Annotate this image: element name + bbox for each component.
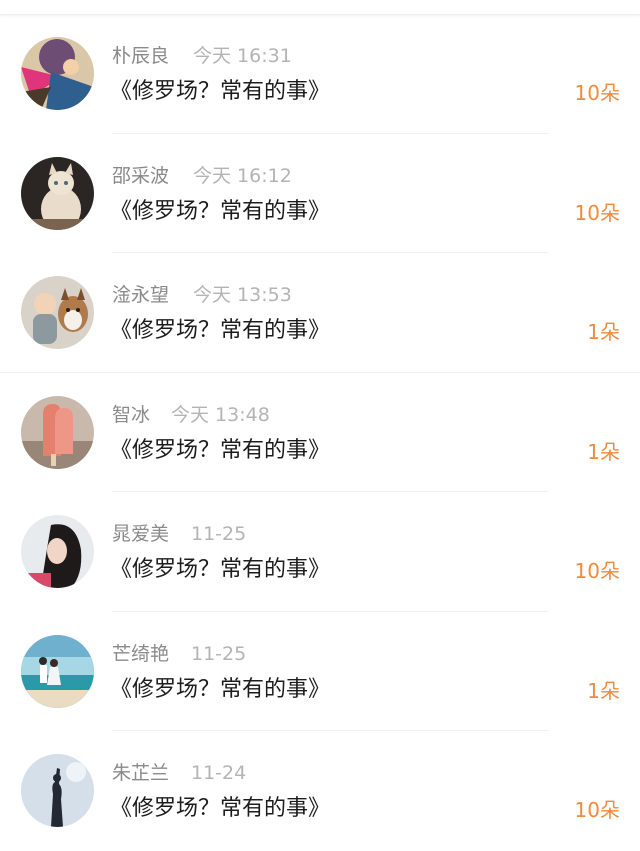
list-item[interactable]: 邵采波 今天 16:12 《修罗场？常有的事》 10朵 [0, 134, 640, 253]
book-title-link[interactable]: 《修罗场？常有的事》 [110, 197, 330, 227]
flower-count: 10朵 [574, 81, 620, 105]
avatar-cat-icon[interactable] [21, 156, 94, 230]
avatar-hero-icon[interactable] [21, 37, 94, 110]
flower-count: 1朵 [587, 320, 620, 344]
avatar-popsicle-icon[interactable] [21, 395, 94, 469]
timestamp: 11-25 [191, 642, 247, 665]
timestamp: 今天 13:48 [171, 403, 270, 426]
book-title-link[interactable]: 《修罗场？常有的事》 [110, 794, 330, 824]
book-title-link[interactable]: 《修罗场？常有的事》 [110, 675, 330, 705]
list-item[interactable]: 淦永望 今天 13:53 《修罗场？常有的事》 1朵 [0, 253, 640, 373]
gift-record-list: 朴辰良 今天 16:31 《修罗场？常有的事》 10朵 邵采波 今天 16:12… [0, 14, 640, 851]
avatar-baby-dog-icon[interactable] [21, 276, 94, 349]
top-bar-edge [0, 0, 640, 15]
flower-count: 10朵 [574, 559, 620, 583]
user-name: 朱芷兰 [112, 762, 170, 784]
user-name: 芒绮艳 [112, 642, 170, 665]
book-title-link[interactable]: 《修罗场？常有的事》 [110, 555, 330, 585]
list-item[interactable]: 朴辰良 今天 16:31 《修罗场？常有的事》 10朵 [0, 14, 640, 134]
list-item[interactable]: 芒绮艳 11-25 《修罗场？常有的事》 1朵 [0, 612, 640, 731]
user-name: 智冰 [112, 403, 151, 426]
flower-count: 1朵 [587, 439, 620, 464]
timestamp: 11-24 [191, 762, 247, 784]
user-name: 邵采波 [112, 164, 170, 187]
timestamp: 11-25 [191, 523, 247, 545]
timestamp: 今天 16:12 [193, 164, 292, 187]
user-name: 淦永望 [112, 284, 170, 306]
list-item[interactable]: 晁爱美 11-25 《修罗场？常有的事》 10朵 [0, 492, 640, 612]
book-title-link[interactable]: 《修罗场？常有的事》 [110, 436, 330, 466]
list-item[interactable]: 朱芷兰 11-24 《修罗场？常有的事》 10朵 [0, 731, 640, 851]
user-name: 晁爱美 [112, 523, 170, 545]
list-item[interactable]: 智冰 今天 13:48 《修罗场？常有的事》 1朵 [0, 373, 640, 492]
timestamp: 今天 16:31 [193, 45, 292, 67]
avatar-girl-icon[interactable] [21, 515, 94, 588]
flower-count: 10朵 [574, 798, 620, 822]
book-title-link[interactable]: 《修罗场？常有的事》 [110, 77, 330, 107]
timestamp: 今天 13:53 [193, 284, 292, 306]
flower-count: 1朵 [587, 678, 620, 703]
avatar-silhouette-icon[interactable] [21, 754, 94, 827]
book-title-link[interactable]: 《修罗场？常有的事》 [110, 316, 330, 346]
user-name: 朴辰良 [112, 45, 170, 67]
flower-count: 10朵 [574, 200, 620, 225]
avatar-beach-couple-icon[interactable] [21, 634, 94, 708]
